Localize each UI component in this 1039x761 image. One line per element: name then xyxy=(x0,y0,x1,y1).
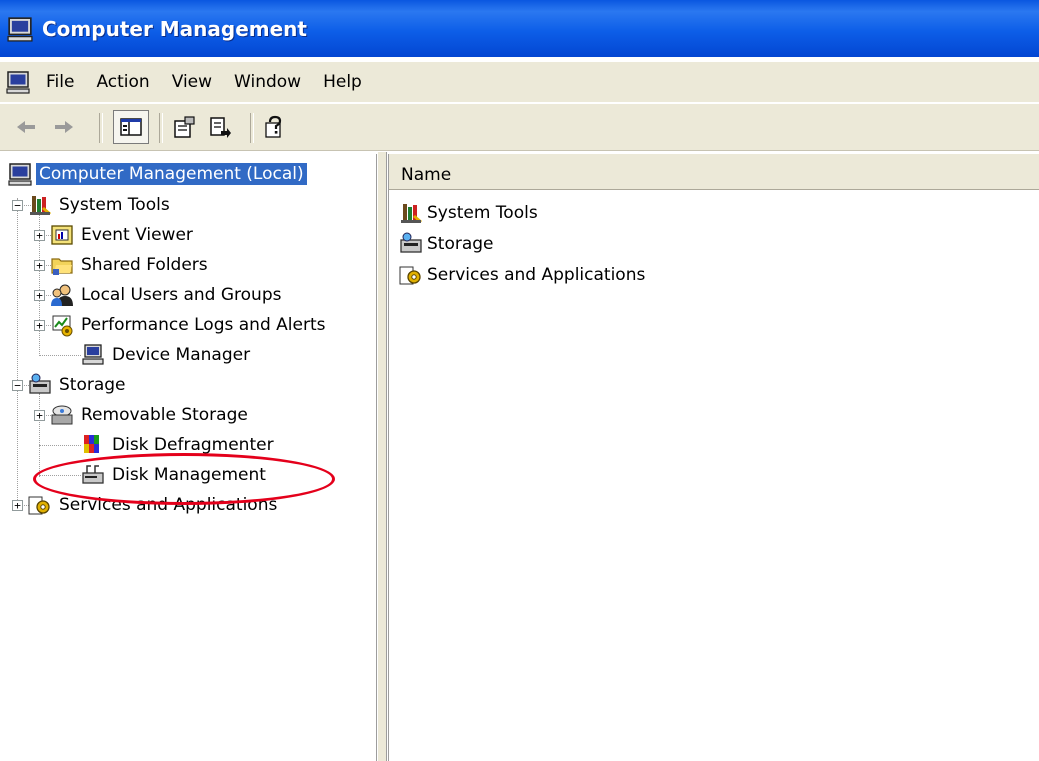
tree-item-disk-defragmenter[interactable]: Disk Defragmenter xyxy=(81,430,277,460)
menu-file[interactable]: File xyxy=(38,72,88,92)
computer-icon xyxy=(8,163,32,186)
services-applications-icon xyxy=(28,496,50,515)
toolbar-separator xyxy=(250,113,254,143)
system-menu-icon[interactable] xyxy=(6,70,30,94)
tree-item-removable-storage[interactable]: Removable Storage xyxy=(50,400,251,430)
tree-connector xyxy=(39,475,81,476)
tree-label-storage: Storage xyxy=(59,375,126,395)
device-manager-icon xyxy=(82,344,104,365)
tree-item-system-tools[interactable]: System Tools xyxy=(28,190,173,220)
export-list-icon[interactable] xyxy=(208,115,232,139)
back-arrow-icon[interactable] xyxy=(14,115,38,139)
tree-connector xyxy=(17,198,18,506)
menu-bar: File Action View Window Help xyxy=(0,62,1039,102)
list-item-services-applications[interactable]: Services and Applications xyxy=(399,261,645,289)
tree-connector xyxy=(39,355,81,356)
users-icon xyxy=(51,284,73,306)
menu-help[interactable]: Help xyxy=(315,72,376,92)
computer-management-icon xyxy=(7,16,33,42)
list-label: Services and Applications xyxy=(427,265,646,285)
title-bar[interactable]: Computer Management xyxy=(0,0,1039,57)
tree-item-services-applications[interactable]: Services and Applications xyxy=(28,490,280,520)
pane-splitter[interactable] xyxy=(377,152,387,761)
menu-view[interactable]: View xyxy=(164,72,226,92)
disk-management-icon xyxy=(82,465,104,484)
tree-label-local-users: Local Users and Groups xyxy=(81,285,282,305)
column-header-name[interactable]: Name xyxy=(389,154,1039,190)
list-label: System Tools xyxy=(427,203,538,223)
tree-label-shared-folders: Shared Folders xyxy=(81,255,208,275)
tree-label-root: Computer Management (Local) xyxy=(36,163,307,185)
tree-item-local-users[interactable]: Local Users and Groups xyxy=(50,280,284,310)
forward-arrow-icon[interactable] xyxy=(52,115,76,139)
storage-icon xyxy=(29,373,51,394)
console-tree[interactable]: − + + + + − + + Computer Management (Loc… xyxy=(6,154,377,761)
removable-storage-icon xyxy=(51,405,73,425)
collapse-system-tools[interactable]: − xyxy=(12,200,23,211)
list-label: Storage xyxy=(427,234,494,254)
expand-local-users[interactable]: + xyxy=(34,290,45,301)
tree-item-device-manager[interactable]: Device Manager xyxy=(81,340,253,370)
menu-window[interactable]: Window xyxy=(226,72,315,92)
tree-item-disk-management[interactable]: Disk Management xyxy=(81,460,269,490)
toolbar-separator xyxy=(159,113,163,143)
column-header-label: Name xyxy=(401,165,452,185)
tree-connector xyxy=(39,445,81,446)
tree-item-performance-logs[interactable]: Performance Logs and Alerts xyxy=(50,310,328,340)
show-hide-console-tree-icon[interactable] xyxy=(119,115,143,139)
tree-item-storage[interactable]: Storage xyxy=(28,370,129,400)
storage-icon xyxy=(400,232,422,253)
list-item-storage[interactable]: Storage xyxy=(399,230,494,258)
event-viewer-icon xyxy=(51,225,73,245)
expand-removable-storage[interactable]: + xyxy=(34,410,45,421)
expand-event-viewer[interactable]: + xyxy=(34,230,45,241)
services-applications-icon xyxy=(399,266,421,285)
system-tools-icon xyxy=(401,204,422,223)
window-title: Computer Management xyxy=(42,16,307,41)
expand-performance-logs[interactable]: + xyxy=(34,320,45,331)
tree-label-device-manager: Device Manager xyxy=(112,345,251,365)
disk-defragmenter-icon xyxy=(84,435,99,453)
tree-connector xyxy=(39,393,40,477)
tree-label-disk-defragmenter: Disk Defragmenter xyxy=(112,435,274,455)
toolbar xyxy=(0,104,1039,151)
tree-item-event-viewer[interactable]: Event Viewer xyxy=(50,220,196,250)
toolbar-separator xyxy=(99,113,103,143)
tree-item-root[interactable]: Computer Management (Local) xyxy=(8,159,307,189)
tree-label-system-tools: System Tools xyxy=(59,195,170,215)
expand-services-applications[interactable]: + xyxy=(12,500,23,511)
tree-label-event-viewer: Event Viewer xyxy=(81,225,193,245)
tree-label-disk-management: Disk Management xyxy=(112,465,266,485)
expand-shared-folders[interactable]: + xyxy=(34,260,45,271)
tree-label-performance-logs: Performance Logs and Alerts xyxy=(81,315,326,335)
details-pane[interactable]: Name System Tools Storage Services and A… xyxy=(388,154,1039,761)
performance-logs-icon xyxy=(52,315,73,337)
properties-icon[interactable] xyxy=(172,115,196,139)
help-icon[interactable] xyxy=(262,115,286,139)
system-tools-icon xyxy=(30,196,51,215)
tree-label-removable-storage: Removable Storage xyxy=(81,405,248,425)
list-item-system-tools[interactable]: System Tools xyxy=(399,199,538,227)
tree-label-services-applications: Services and Applications xyxy=(59,495,278,515)
shared-folder-icon xyxy=(51,258,73,275)
collapse-storage[interactable]: − xyxy=(12,380,23,391)
menu-action[interactable]: Action xyxy=(88,72,163,92)
tree-item-shared-folders[interactable]: Shared Folders xyxy=(50,250,211,280)
